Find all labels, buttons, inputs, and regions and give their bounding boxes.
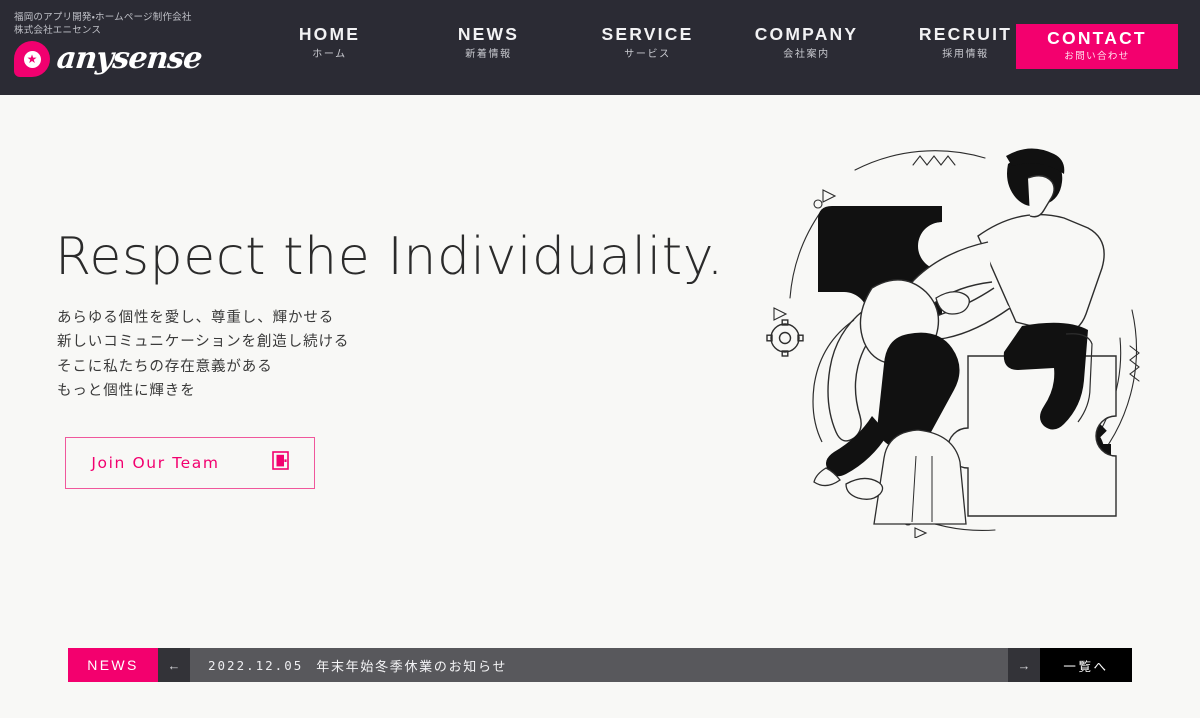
news-title: 年末年始冬季休業のお知らせ: [316, 658, 508, 674]
nav-label-en: NEWS: [457, 24, 520, 44]
nav-item-company[interactable]: COMPANY 会社案内: [727, 24, 886, 63]
contact-label-ja: お問い合わせ: [1064, 51, 1130, 62]
brand-block[interactable]: 福岡のアプリ開発・ホームページ制作会社 株式会社エニセンス ★ anysense: [14, 11, 204, 77]
hero-copy-line-4: もっと個性に輝きを: [57, 382, 196, 399]
news-ticker: NEWS ← 2022.12.05 年末年始冬季休業のお知らせ → 一覧へ: [68, 648, 1132, 682]
hero-title: Respect the Individuality.: [55, 227, 724, 287]
hero-illustration: [760, 138, 1160, 539]
news-ticker-label: NEWS: [68, 648, 158, 682]
logo-wordmark: anysense: [55, 41, 204, 76]
main-navigation: HOME ホーム NEWS 新着情報 SERVICE サービス COMPANY …: [250, 24, 1045, 63]
door-icon: [271, 451, 289, 475]
nav-label-en: SERVICE: [601, 24, 694, 44]
nav-label-ja: 新着情報: [465, 49, 512, 60]
nav-label-ja: ホーム: [312, 49, 347, 60]
nav-item-news[interactable]: NEWS 新着情報: [409, 24, 568, 63]
nav-label-en: COMPANY: [754, 24, 859, 44]
news-view-all-button[interactable]: 一覧へ: [1040, 648, 1132, 682]
news-next-arrow-button[interactable]: →: [1008, 648, 1040, 682]
join-our-team-label: Join Our Team: [91, 454, 220, 472]
nav-item-service[interactable]: SERVICE サービス: [568, 24, 727, 63]
news-ticker-item[interactable]: 2022.12.05 年末年始冬季休業のお知らせ: [190, 648, 1008, 682]
join-our-team-button[interactable]: Join Our Team: [65, 437, 315, 489]
logo-inner-circle: ★: [23, 50, 41, 68]
news-date: 2022.12.05: [208, 657, 304, 673]
brand-tagline-line2: 株式会社エニセンス: [14, 25, 102, 36]
hero-copy-line-1: あらゆる個性を愛し、尊重し、輝かせる: [57, 310, 335, 326]
nav-label-ja: サービス: [624, 49, 671, 60]
star-speech-bubble-icon: ★: [14, 41, 50, 77]
page-root: 福岡のアプリ開発・ホームページ制作会社 株式会社エニセンス ★ anysense…: [0, 0, 1200, 718]
nav-label-ja: 会社案内: [783, 49, 830, 60]
site-header: 福岡のアプリ開発・ホームページ制作会社 株式会社エニセンス ★ anysense…: [0, 0, 1200, 95]
hero-copy: あらゆる個性を愛し、尊重し、輝かせる 新しいコミュニケーションを創造し続ける そ…: [57, 306, 349, 403]
nav-label-en: HOME: [298, 24, 361, 44]
nav-item-home[interactable]: HOME ホーム: [250, 24, 409, 63]
news-prev-arrow-button[interactable]: ←: [158, 648, 190, 682]
hero-copy-line-2: 新しいコミュニケーションを創造し続ける: [57, 334, 350, 351]
hero-copy-line-3: そこに私たちの存在意義がある: [57, 358, 273, 375]
brand-tagline-line1: 福岡のアプリ開発・ホームページ制作会社: [14, 12, 192, 23]
contact-button[interactable]: CONTACT お問い合わせ: [1016, 24, 1178, 69]
star-icon: ★: [26, 52, 38, 66]
contact-label-en: CONTACT: [1047, 28, 1147, 48]
logo[interactable]: ★ anysense: [14, 41, 204, 77]
